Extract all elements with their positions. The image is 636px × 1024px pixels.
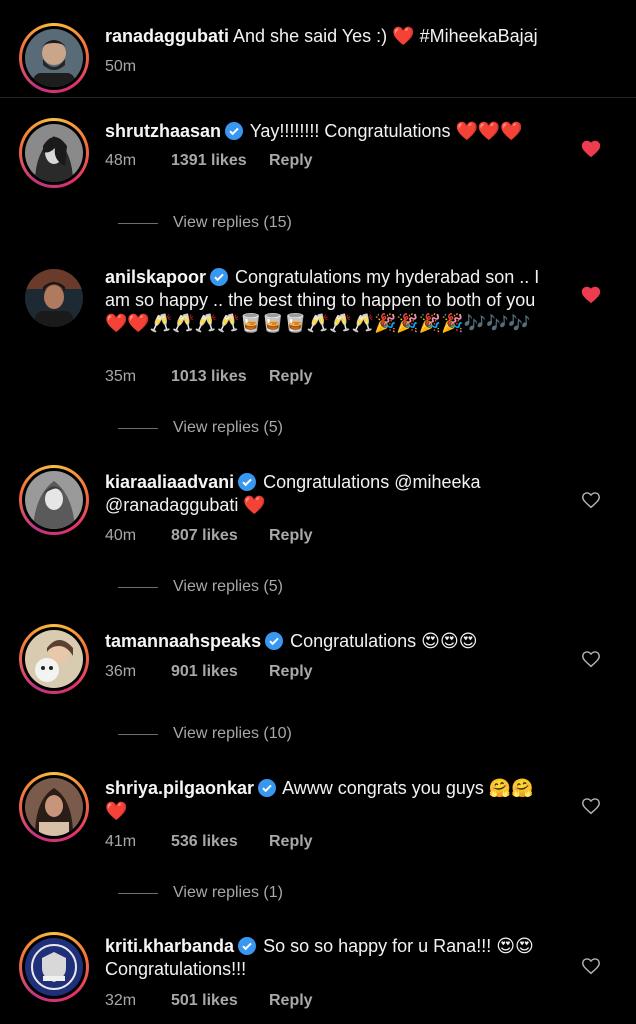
comment-time: 40m — [105, 527, 137, 544]
comment-meta: 48m 1391 likes Reply — [105, 152, 313, 170]
comment-likes[interactable]: 1013 likes — [171, 368, 269, 386]
reply-button[interactable]: Reply — [269, 368, 313, 386]
avatar — [25, 29, 83, 87]
avatar-ring[interactable] — [19, 118, 89, 188]
view-replies-label[interactable]: View replies (10) — [173, 725, 292, 743]
view-replies-line — [118, 222, 158, 224]
comment-username[interactable]: anilskapoor — [105, 267, 206, 287]
caption-text: ranadaggubati And she said Yes :) ❤️ #Mi… — [105, 25, 555, 48]
comment-meta: 40m 807 likes Reply — [105, 527, 313, 545]
view-replies-label[interactable]: View replies (15) — [173, 214, 292, 232]
heart-filled-icon[interactable] — [580, 284, 602, 306]
avatar-ring[interactable] — [19, 624, 89, 694]
avatar-ring[interactable] — [19, 23, 89, 93]
heart-outline-icon[interactable] — [580, 955, 602, 977]
avatar — [25, 124, 83, 182]
comment-meta: 41m 536 likes Reply — [105, 833, 313, 851]
comment-username[interactable]: ranadaggubati — [105, 26, 229, 46]
verified-badge-icon — [238, 473, 257, 491]
avatar — [25, 471, 83, 529]
view-replies-label[interactable]: View replies (1) — [173, 884, 283, 902]
verified-badge-icon — [210, 268, 229, 286]
view-replies-line — [118, 733, 158, 735]
avatar — [25, 269, 83, 327]
comment-text: shrutzhaasan Yay!!!!!!!! Congratulations… — [105, 120, 555, 143]
view-replies-label[interactable]: View replies (5) — [173, 419, 283, 437]
comment-text: kriti.kharbanda So so so happy for u Ran… — [105, 935, 555, 981]
reply-button[interactable]: Reply — [269, 527, 313, 545]
comment-likes[interactable]: 807 likes — [171, 527, 269, 545]
comment-username[interactable]: tamannaahspeaks — [105, 631, 261, 651]
heart-outline-icon[interactable] — [580, 489, 602, 511]
comment-username[interactable]: kriti.kharbanda — [105, 936, 234, 956]
reply-button[interactable]: Reply — [269, 992, 313, 1010]
comment-body: Congratulations 😍😍😍 — [290, 631, 478, 651]
comment-text: kiaraaliaadvani Congratulations @miheeka… — [105, 471, 555, 517]
caption-body: And she said Yes :) ❤️ — [233, 26, 415, 46]
comment-likes[interactable]: 1391 likes — [171, 152, 269, 170]
comment-username[interactable]: shrutzhaasan — [105, 121, 221, 141]
avatar-ring[interactable] — [19, 263, 89, 333]
verified-badge-icon — [225, 122, 244, 140]
avatar — [25, 778, 83, 836]
comment-body: Yay!!!!!!!! Congratulations ❤️❤️❤️ — [249, 121, 523, 141]
view-replies-line — [118, 586, 158, 588]
heart-outline-icon[interactable] — [580, 648, 602, 670]
caption-meta: 50m — [105, 58, 171, 76]
comment-time: 48m — [105, 152, 137, 169]
comment-text: anilskapoor Congratulations my hyderabad… — [105, 266, 555, 335]
comment-likes[interactable]: 501 likes — [171, 992, 269, 1010]
comment-time: 32m — [105, 992, 137, 1009]
comment-time: 36m — [105, 663, 137, 680]
comment-text: shriya.pilgaonkar Awww congrats you guys… — [105, 777, 555, 823]
avatar-ring[interactable] — [19, 932, 89, 1002]
comment-likes[interactable]: 536 likes — [171, 833, 269, 851]
avatar-ring[interactable] — [19, 772, 89, 842]
caption-divider — [0, 97, 636, 98]
view-replies[interactable]: View replies (5) — [118, 578, 283, 596]
comment-text: tamannaahspeaks Congratulations 😍😍😍 — [105, 630, 555, 653]
avatar — [25, 938, 83, 996]
comment-likes[interactable]: 901 likes — [171, 663, 269, 681]
caption-hashtag[interactable]: #MiheekaBajaj — [420, 26, 538, 46]
heart-filled-icon[interactable] — [580, 138, 602, 160]
comment-time: 41m — [105, 833, 137, 850]
view-replies[interactable]: View replies (1) — [118, 884, 283, 902]
view-replies[interactable]: View replies (10) — [118, 725, 292, 743]
comment-username[interactable]: shriya.pilgaonkar — [105, 778, 254, 798]
verified-badge-icon — [238, 937, 257, 955]
comment-meta: 36m 901 likes Reply — [105, 663, 313, 681]
verified-badge-icon — [265, 632, 284, 650]
avatar-ring[interactable] — [19, 465, 89, 535]
heart-outline-icon[interactable] — [580, 795, 602, 817]
view-replies-line — [118, 892, 158, 894]
view-replies-label[interactable]: View replies (5) — [173, 578, 283, 596]
avatar — [25, 630, 83, 688]
comment-time: 50m — [105, 58, 137, 75]
reply-button[interactable]: Reply — [269, 663, 313, 681]
view-replies-line — [118, 427, 158, 429]
view-replies[interactable]: View replies (5) — [118, 419, 283, 437]
comment-username[interactable]: kiaraaliaadvani — [105, 472, 234, 492]
comment-meta: 32m 501 likes Reply — [105, 992, 313, 1010]
reply-button[interactable]: Reply — [269, 152, 313, 170]
comment-time: 35m — [105, 368, 137, 385]
reply-button[interactable]: Reply — [269, 833, 313, 851]
comment-meta: 35m 1013 likes Reply — [105, 368, 313, 386]
verified-badge-icon — [258, 779, 277, 797]
view-replies[interactable]: View replies (15) — [118, 214, 292, 232]
